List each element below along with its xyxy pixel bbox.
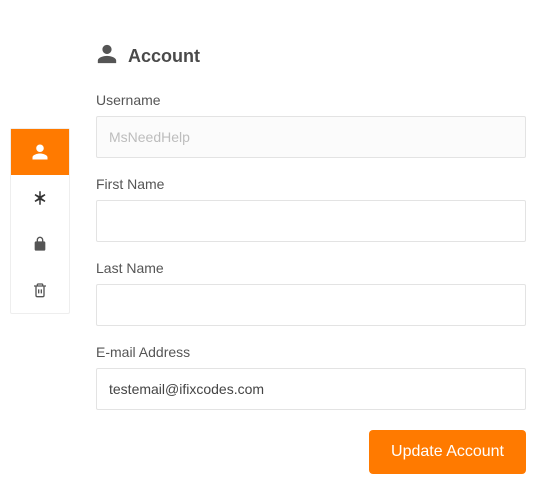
field-last-name: Last Name <box>96 260 526 326</box>
page-title: Account <box>128 46 200 67</box>
label-first-name: First Name <box>96 176 526 192</box>
sidebar <box>10 128 70 314</box>
email-input[interactable] <box>96 368 526 410</box>
sidebar-item-security[interactable] <box>11 221 69 267</box>
sidebar-item-password[interactable] <box>11 175 69 221</box>
label-username: Username <box>96 92 526 108</box>
field-username: Username <box>96 92 526 158</box>
username-input <box>96 116 526 158</box>
label-last-name: Last Name <box>96 260 526 276</box>
first-name-input[interactable] <box>96 200 526 242</box>
trash-icon <box>32 282 48 298</box>
last-name-input[interactable] <box>96 284 526 326</box>
field-first-name: First Name <box>96 176 526 242</box>
asterisk-icon <box>31 189 49 207</box>
label-email: E-mail Address <box>96 344 526 360</box>
form-actions: Update Account <box>96 430 526 474</box>
main-content: Account Username First Name Last Name E-… <box>96 43 526 474</box>
update-account-button[interactable]: Update Account <box>369 430 526 474</box>
user-icon <box>96 43 118 70</box>
sidebar-item-delete[interactable] <box>11 267 69 313</box>
sidebar-item-account[interactable] <box>11 129 69 175</box>
page-header: Account <box>96 43 526 70</box>
field-email: E-mail Address <box>96 344 526 410</box>
lock-icon <box>32 236 48 252</box>
user-icon <box>31 143 49 161</box>
